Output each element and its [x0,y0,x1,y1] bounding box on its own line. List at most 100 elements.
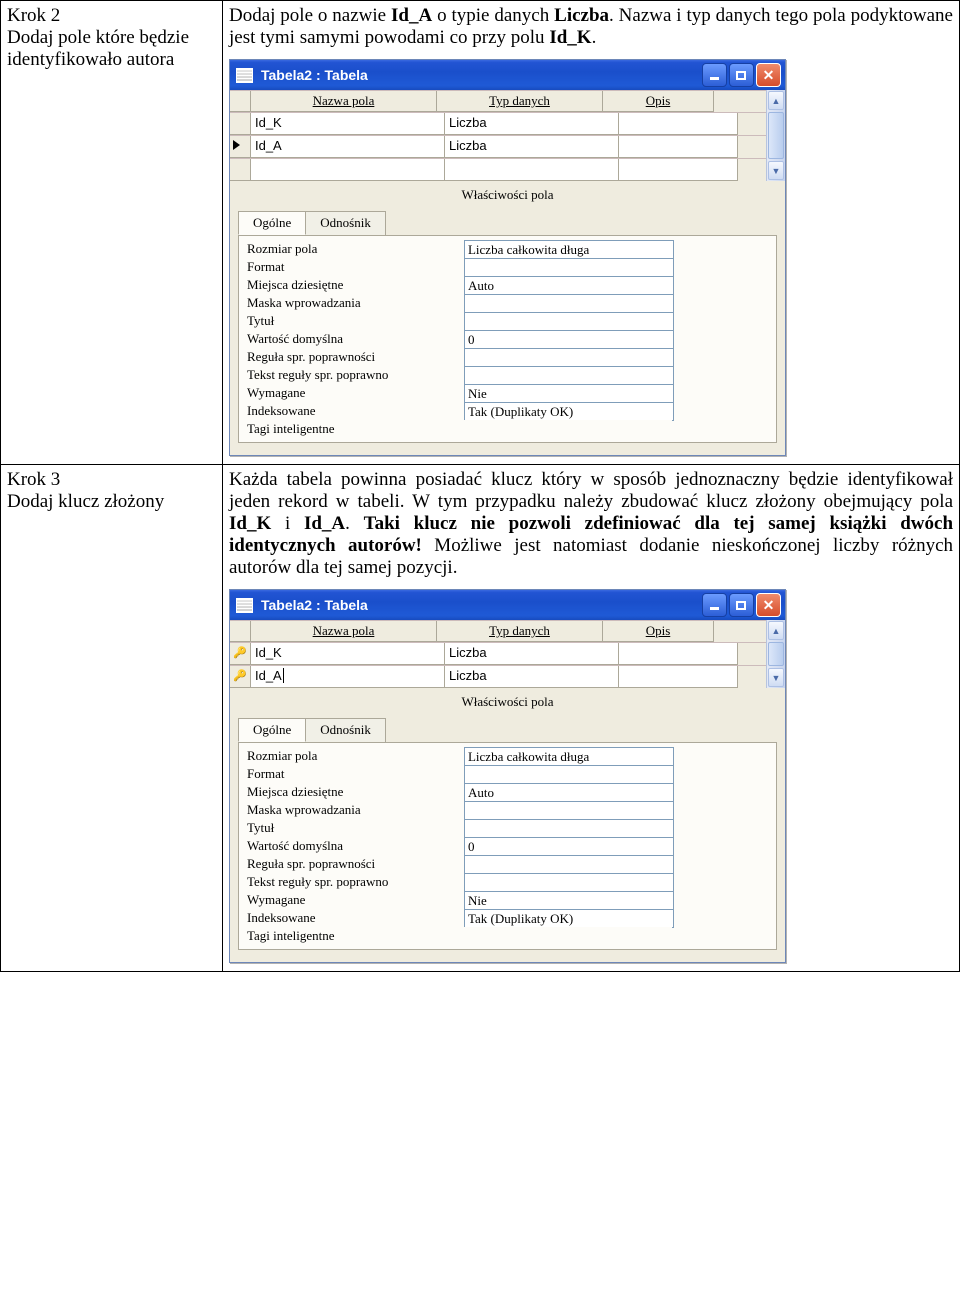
field-name-cell[interactable]: Id_K [251,643,445,665]
prop-label: Indeksowane [245,909,464,927]
prop-label: Rozmiar pola [245,747,464,765]
prop-value[interactable] [464,819,674,838]
field-row[interactable]: 🔑Id_KLiczba [230,642,766,665]
field-row[interactable] [230,158,766,181]
step-subtitle: Dodaj klucz złożony [7,491,216,513]
field-name-cell[interactable]: Id_A [251,136,445,158]
field-row[interactable]: Id_KLiczba [230,112,766,135]
properties-panel: Rozmiar polaLiczba całkowita długaFormat… [238,235,777,443]
table-design-window: Tabela2 : Tabela Nazwa pola Typ danych Opis… [229,589,786,963]
field-type-cell[interactable]: Liczba [445,136,619,158]
prop-value[interactable]: 0 [464,330,674,349]
prop-label: Wartość domyślna [245,330,464,348]
field-name-cell[interactable]: Id_K [251,113,445,135]
titlebar[interactable]: Tabela2 : Tabela [230,590,785,620]
field-type-cell[interactable]: Liczba [445,113,619,135]
step-title: Krok 3 [7,469,216,491]
prop-value[interactable]: Liczba całkowita długa [464,747,674,766]
field-desc-cell[interactable] [619,666,738,688]
prop-value[interactable]: Auto [464,783,674,802]
field-type-cell[interactable]: Liczba [445,643,619,665]
table-design-window: Tabela2 : TabelaNazwa polaTyp danychOpis… [229,59,786,456]
prop-value[interactable] [464,312,674,331]
grid-header: Nazwa polaTyp danychOpis [230,90,766,112]
col-field-name: Nazwa pola [313,623,375,638]
close-button[interactable] [756,63,781,87]
scroll-thumb[interactable] [768,112,784,159]
tab-lookup[interactable]: Odnośnik [305,718,386,742]
prop-label: Format [245,258,464,276]
titlebar[interactable]: Tabela2 : Tabela [230,60,785,90]
prop-label: Reguła spr. poprawności [245,855,464,873]
field-row[interactable]: Id_ALiczba [230,135,766,158]
prop-value[interactable]: 0 [464,837,674,856]
window-title: Tabela2 : Tabela [259,597,702,613]
prop-label: Tagi inteligentne [245,927,464,945]
prop-value [464,420,672,437]
scroll-thumb[interactable] [768,642,784,666]
minimize-button[interactable] [702,593,727,617]
col-field-name: Nazwa pola [313,93,375,108]
prop-value[interactable] [464,366,674,385]
prop-value[interactable] [464,258,674,277]
props-section-label: Właściwości pola [230,688,785,718]
prop-value[interactable]: Tak (Duplikaty OK) [464,909,674,928]
prop-value[interactable]: Nie [464,891,674,910]
key-icon: 🔑 [230,669,250,682]
prop-label: Tekst reguły spr. poprawno [245,873,464,891]
prop-value[interactable] [464,855,674,874]
prop-label: Tytuł [245,312,464,330]
prop-label: Indeksowane [245,402,464,420]
prop-value[interactable] [464,294,674,313]
prop-value[interactable]: Tak (Duplikaty OK) [464,402,674,421]
minimize-button[interactable] [702,63,727,87]
col-data-type: Typ danych [489,623,550,638]
prop-value[interactable] [464,873,674,892]
prop-value[interactable] [464,765,674,784]
col-description: Opis [646,93,671,108]
maximize-button[interactable] [729,63,754,87]
properties-panel: Rozmiar polaLiczba całkowita długaFormat… [238,742,777,950]
prop-label: Maska wprowadzania [245,801,464,819]
prop-value[interactable] [464,348,674,367]
tab-general[interactable]: Ogólne [238,211,306,235]
prop-label: Tytuł [245,819,464,837]
prop-label: Maska wprowadzania [245,294,464,312]
prop-label: Reguła spr. poprawności [245,348,464,366]
field-desc-cell[interactable] [619,136,738,158]
field-name-cell[interactable]: Id_A [251,666,445,688]
v-scrollbar[interactable]: ▲▼ [766,620,785,688]
table-icon [236,598,253,613]
prop-label: Format [245,765,464,783]
key-icon: 🔑 [230,646,250,659]
prop-value[interactable]: Liczba całkowita długa [464,240,674,259]
scroll-down-icon[interactable]: ▼ [768,161,784,180]
tab-general[interactable]: Ogólne [238,718,306,742]
grid-header: Nazwa pola Typ danych Opis [230,620,766,642]
field-desc-cell[interactable] [619,113,738,135]
tab-lookup[interactable]: Odnośnik [305,211,386,235]
prop-label: Tekst reguły spr. poprawno [245,366,464,384]
v-scrollbar[interactable]: ▲▼ [766,90,785,181]
scroll-up-icon[interactable]: ▲ [768,91,784,110]
field-type-cell[interactable]: Liczba [445,666,619,688]
field-desc-cell[interactable] [619,643,738,665]
prop-label: Wartość domyślna [245,837,464,855]
prop-value [464,927,672,944]
col-description: Opis [646,623,671,638]
scroll-up-icon[interactable]: ▲ [768,621,784,640]
prop-value[interactable]: Auto [464,276,674,295]
table-icon [236,68,253,83]
prop-label: Miejsca dziesiętne [245,276,464,294]
prop-label: Tagi inteligentne [245,420,464,438]
maximize-button[interactable] [729,593,754,617]
close-button[interactable] [756,593,781,617]
prop-label: Wymagane [245,891,464,909]
prop-value[interactable]: Nie [464,384,674,403]
prop-value[interactable] [464,801,674,820]
prop-label: Rozmiar pola [245,240,464,258]
props-section-label: Właściwości pola [230,181,785,211]
step-text: Każda tabela powinna posiadać klucz któr… [229,469,953,579]
scroll-down-icon[interactable]: ▼ [768,668,784,687]
field-row[interactable]: 🔑Id_ALiczba [230,665,766,688]
